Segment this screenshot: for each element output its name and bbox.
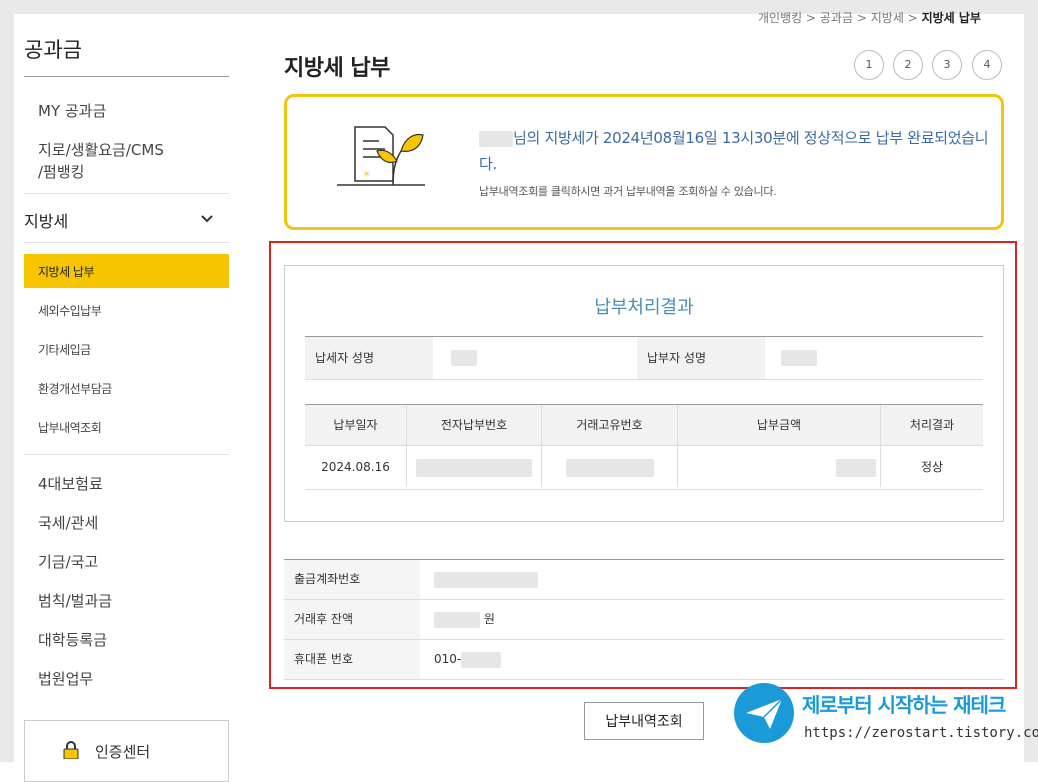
- sidebar-sub-label: 세외수입납부: [38, 304, 102, 318]
- withdraw-account-row: 출금계좌번호: [284, 560, 1004, 600]
- payment-history-button[interactable]: 납부내역조회: [584, 702, 704, 740]
- balance-label: 거래후 잔액: [284, 600, 420, 639]
- sidebar-sub-label: 환경개선부담금: [38, 382, 112, 396]
- phone-label: 휴대폰 번호: [284, 640, 420, 679]
- sidebar-sub-payment-history[interactable]: 납부내역조회: [24, 410, 229, 444]
- masked-value: [434, 611, 480, 628]
- breadcrumb-current: 지방세 납부: [921, 11, 981, 25]
- sidebar-sub-local-tax-payment[interactable]: 지방세 납부: [24, 254, 229, 288]
- payment-result-card: 납부처리결과 납세자 성명 납부자 성명 납부일자 전자납부번호 거래고유번호 …: [284, 265, 1004, 522]
- sidebar-sub-other-revenue[interactable]: 기타세입금: [24, 332, 229, 366]
- sidebar-item-court[interactable]: 법원업무: [38, 668, 93, 689]
- sidebar-item-firmbanking[interactable]: /펌뱅킹: [38, 161, 84, 182]
- balance-unit: 원: [483, 612, 495, 626]
- sidebar-title: 공과금: [24, 38, 82, 62]
- sidebar-divider: [24, 454, 229, 455]
- taxpayer-name-label: 납세자 성명: [305, 337, 433, 379]
- breadcrumb-separator: >: [856, 11, 867, 25]
- col-transaction-id: 거래고유번호: [542, 405, 678, 445]
- masked-taxpayer-name: [451, 350, 477, 366]
- breadcrumb-separator: >: [907, 11, 918, 25]
- breadcrumb-item[interactable]: 공과금: [820, 11, 853, 25]
- sidebar-divider: [24, 242, 229, 243]
- cell-amount: [678, 445, 881, 487]
- phone-row: 휴대폰 번호 010-: [284, 640, 1004, 680]
- completion-message: 님의 지방세가 2024년08월16일 13시30분에 정상적으로 납부 완료되…: [479, 125, 999, 177]
- step-indicator: 3: [932, 50, 962, 80]
- result-title: 납부처리결과: [594, 297, 694, 318]
- sidebar-sub-label: 기타세입금: [38, 343, 91, 357]
- breadcrumb-item[interactable]: 지방세: [871, 11, 904, 25]
- col-amount: 납부금액: [678, 405, 881, 445]
- step-indicator: 1: [854, 50, 884, 80]
- sidebar-sub-non-tax[interactable]: 세외수입납부: [24, 293, 229, 327]
- chevron-down-icon: [201, 215, 213, 223]
- masked-value: [434, 571, 538, 588]
- balance-value: 원: [434, 600, 495, 639]
- payer-name-label: 납부자 성명: [637, 337, 765, 379]
- sidebar-item-my-bills[interactable]: MY 공과금: [38, 100, 106, 121]
- breadcrumb-separator: >: [806, 11, 817, 25]
- sidebar-item-national-tax[interactable]: 국세/관세: [38, 512, 98, 533]
- lock-icon: [63, 741, 79, 759]
- phone-value: 010-: [434, 640, 502, 679]
- cert-center-button[interactable]: 인증센터: [24, 720, 229, 782]
- step-indicator: 4: [972, 50, 1002, 80]
- step-indicator: 2: [893, 50, 923, 80]
- payment-detail-table: 납부일자 전자납부번호 거래고유번호 납부금액 처리결과 2024.08.16 …: [305, 404, 983, 490]
- cert-center-label: 인증센터: [95, 743, 151, 761]
- cell-transaction-id: [542, 445, 678, 487]
- withdraw-account-label: 출금계좌번호: [284, 560, 420, 599]
- cell-status: 정상: [881, 445, 983, 487]
- sidebar-section-local-tax[interactable]: 지방세: [24, 194, 229, 242]
- watermark-title: 제로부터 시작하는 재테크: [802, 693, 1006, 717]
- svg-text:✳: ✳: [363, 170, 371, 180]
- account-info-table: 출금계좌번호 거래후 잔액 원 휴대폰 번호 010-: [284, 559, 1004, 682]
- sidebar-item-tuition[interactable]: 대학등록금: [38, 629, 107, 650]
- paper-plane-logo-icon: [734, 683, 794, 743]
- withdraw-account-value: [434, 560, 538, 599]
- col-e-pay-number: 전자납부번호: [407, 405, 542, 445]
- col-status: 처리결과: [881, 405, 983, 445]
- sidebar-item-insurance[interactable]: 4대보험료: [38, 473, 103, 494]
- cell-e-pay-number: [407, 445, 542, 487]
- document-plant-icon: ✳: [337, 126, 425, 186]
- sidebar: 공과금 MY 공과금 지로/생활요금/CMS /펌뱅킹 지방세 지방세 납부 세…: [24, 14, 229, 782]
- breadcrumb: 개인뱅킹 > 공과금 > 지방세 > 지방세 납부: [758, 9, 981, 26]
- masked-value: [416, 458, 532, 477]
- name-info-table: 납세자 성명 납부자 성명: [305, 336, 983, 380]
- masked-value: [565, 458, 654, 477]
- sidebar-sub-environment-charge[interactable]: 환경개선부담금: [24, 371, 229, 405]
- col-pay-date: 납부일자: [305, 405, 407, 445]
- phone-prefix: 010-: [434, 652, 462, 666]
- page-title: 지방세 납부: [284, 56, 390, 81]
- balance-row: 거래후 잔액 원: [284, 600, 1004, 640]
- sidebar-item-giro[interactable]: 지로/생활요금/CMS: [38, 139, 164, 160]
- sidebar-sub-label: 지방세 납부: [38, 265, 95, 279]
- cell-pay-date: 2024.08.16: [305, 445, 407, 487]
- breadcrumb-item[interactable]: 개인뱅킹: [758, 11, 802, 25]
- masked-value: [836, 458, 876, 477]
- watermark-url: https://zerostart.tistory.com/: [804, 725, 1038, 741]
- completion-message-text: 님의 지방세가 2024년08월16일 13시30분에 정상적으로 납부 완료되…: [479, 129, 989, 173]
- masked-payer-name: [781, 350, 817, 366]
- sidebar-item-fund[interactable]: 기금/국고: [38, 551, 98, 572]
- sidebar-sub-label: 납부내역조회: [38, 421, 102, 435]
- masked-value: [461, 651, 502, 668]
- sidebar-section-label: 지방세: [24, 212, 69, 231]
- sidebar-title-divider: [24, 76, 229, 77]
- completion-notice: ✳ 님의 지방세가 2024년08월16일 13시30분에 정상적으로 납부 완…: [284, 94, 1004, 230]
- sidebar-item-fines[interactable]: 범칙/벌과금: [38, 590, 112, 611]
- masked-name: [479, 130, 513, 147]
- watermark: 제로부터 시작하는 재테크 https://zerostart.tistory.…: [734, 683, 1038, 753]
- completion-subtext: 납부내역조회를 클릭하시면 과거 납부내역을 조회하실 수 있습니다.: [479, 185, 777, 198]
